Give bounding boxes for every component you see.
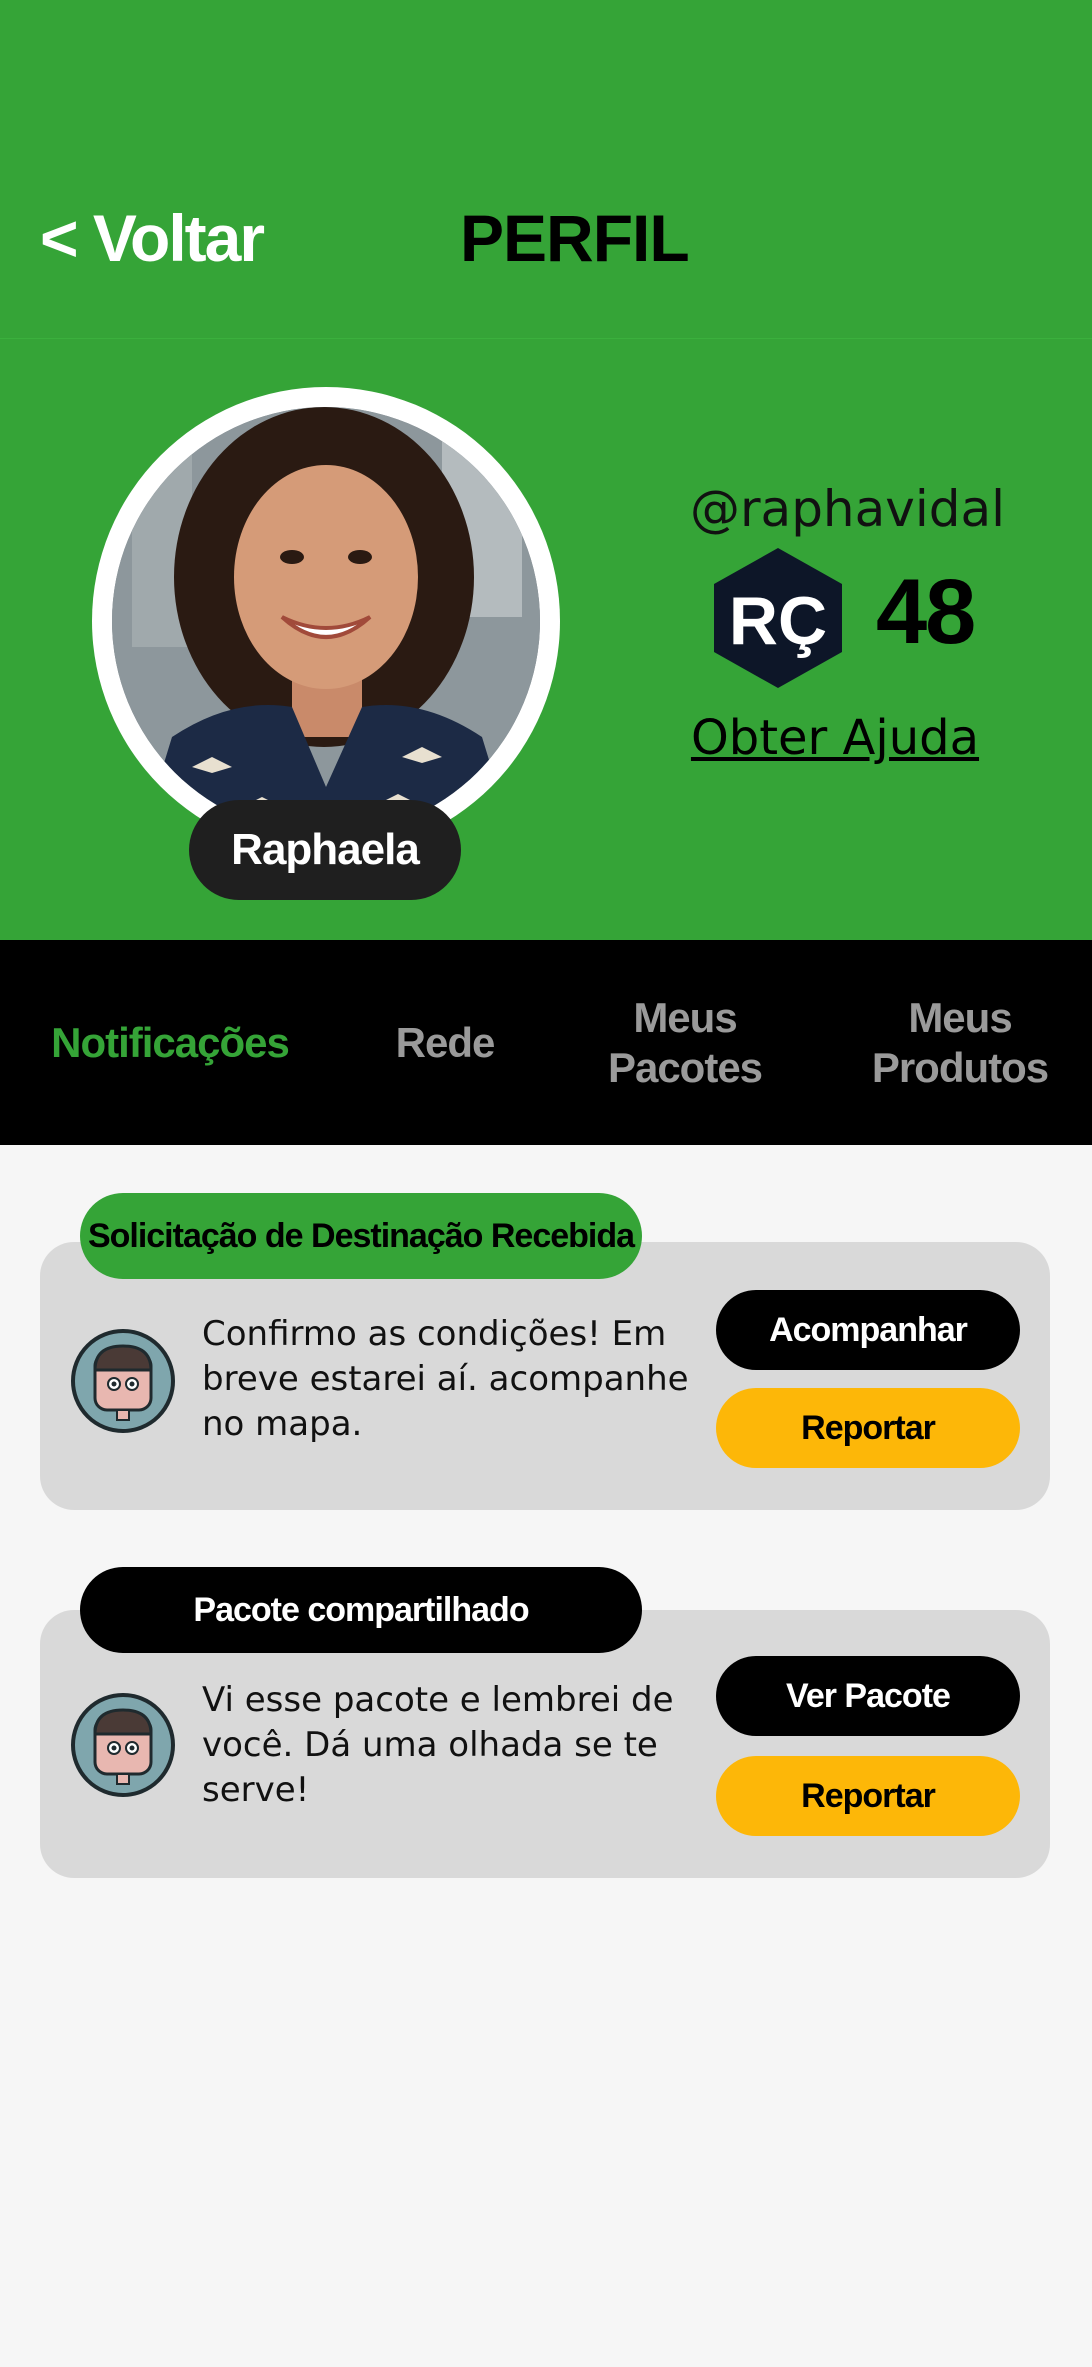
report-button[interactable]: Reportar <box>716 1388 1020 1468</box>
profile-name-badge: Raphaela <box>189 800 461 900</box>
user-avatar-icon <box>70 1692 176 1798</box>
profile-handle: @raphavidal <box>690 480 1006 538</box>
track-button[interactable]: Acompanhar <box>716 1290 1020 1370</box>
tab-bar: Notificações Rede Meus Pacotes Meus Prod… <box>0 940 1092 1145</box>
view-package-button[interactable]: Ver Pacote <box>716 1656 1020 1736</box>
currency-coin-icon: RÇ <box>708 544 848 692</box>
top-bar: < Voltar PERFIL <box>0 0 1092 338</box>
tab-notificacoes[interactable]: Notificações <box>40 940 300 1145</box>
profile-photo <box>112 407 540 835</box>
profile-photo-illustration <box>112 407 540 835</box>
user-avatar-icon <box>70 1328 176 1434</box>
currency-symbol: RÇ <box>729 583 827 659</box>
tab-meus-produtos[interactable]: Meus Produtos <box>850 940 1070 1145</box>
report-button[interactable]: Reportar <box>716 1756 1020 1836</box>
tab-rede[interactable]: Rede <box>350 940 540 1145</box>
notification-message: Vi esse pacote e lembrei de você. Dá uma… <box>202 1680 674 1810</box>
get-help-link[interactable]: Obter Ajuda <box>690 710 980 766</box>
notification-tag: Pacote compartilhado <box>80 1567 642 1653</box>
tab-meus-pacotes[interactable]: Meus Pacotes <box>580 940 790 1145</box>
back-button[interactable]: < Voltar <box>40 200 265 276</box>
currency-amount: 48 <box>876 561 976 663</box>
page-title: PERFIL <box>460 201 690 275</box>
notification-tag: Solicitação de Destinação Recebida <box>80 1193 642 1279</box>
notification-message: Confirmo as condições! Em breve estarei … <box>202 1314 689 1444</box>
